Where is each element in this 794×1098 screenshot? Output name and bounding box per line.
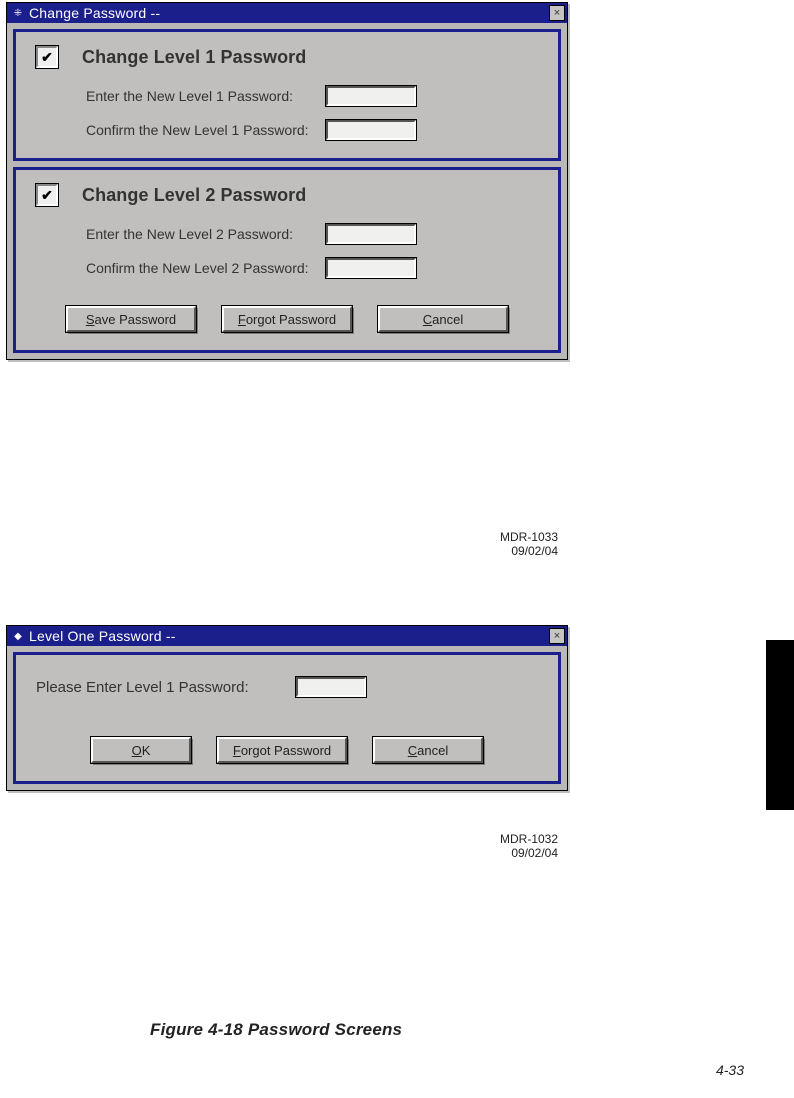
level2-confirm-input[interactable] [326,258,416,278]
button-label-rest: K [142,743,151,758]
dialog1-button-row: Save Password Forgot Password Cancel [36,306,538,332]
close-button[interactable]: × [549,5,565,21]
titlebar[interactable]: ◆ Level One Password -- × [7,626,567,646]
level1-confirm-input[interactable] [326,120,416,140]
level2-checkbox[interactable]: ✔ [36,184,58,206]
level-one-password-dialog: ◆ Level One Password -- × Please Enter L… [6,625,568,791]
mnemonic: C [408,743,417,758]
level2-heading: Change Level 2 Password [82,185,306,206]
ref-date: 09/02/04 [500,846,558,860]
ref-id: MDR-1033 [500,530,558,544]
client-area: ✔ Change Level 1 Password Enter the New … [7,23,567,359]
mnemonic: F [238,312,246,327]
app-icon: ◆ [11,629,25,643]
ok-button[interactable]: OK [91,737,191,763]
mnemonic: S [86,312,95,327]
level1-enter-input[interactable] [326,86,416,106]
level1-heading: Change Level 1 Password [82,47,306,68]
app-icon: ⁜ [11,6,25,20]
close-button[interactable]: × [549,628,565,644]
level2-enter-input[interactable] [326,224,416,244]
button-label-rest: ancel [432,312,463,327]
forgot-password-button[interactable]: Forgot Password [217,737,347,763]
level1-enter-label: Enter the New Level 1 Password: [86,88,326,104]
forgot-password-button[interactable]: Forgot Password [222,306,352,332]
figure-caption: Figure 4-18 Password Screens [150,1020,402,1040]
save-password-button[interactable]: Save Password [66,306,196,332]
level2-enter-label: Enter the New Level 2 Password: [86,226,326,242]
dialog-title: Change Password -- [29,5,549,21]
mnemonic: F [233,743,241,758]
dialog-title: Level One Password -- [29,628,549,644]
titlebar[interactable]: ⁜ Change Password -- × [7,3,567,23]
button-label-rest: orgot Password [241,743,331,758]
mnemonic: O [132,743,142,758]
button-label-rest: ancel [417,743,448,758]
ref-id: MDR-1032 [500,832,558,846]
dialog1-reference: MDR-1033 09/02/04 [500,530,558,558]
change-password-dialog: ⁜ Change Password -- × ✔ Change Level 1 … [6,2,568,360]
enter-password-label: Please Enter Level 1 Password: [36,679,296,696]
cancel-button[interactable]: Cancel [373,737,483,763]
level1-panel: ✔ Change Level 1 Password Enter the New … [13,29,561,161]
page-side-tab [766,640,794,810]
dialog2-panel: Please Enter Level 1 Password: OK Forgot… [13,652,561,784]
level1-confirm-label: Confirm the New Level 1 Password: [86,122,326,138]
button-label-rest: orgot Password [246,312,336,327]
button-label-rest: ave Password [95,312,177,327]
ref-date: 09/02/04 [500,544,558,558]
enter-password-input[interactable] [296,677,366,697]
level2-panel: ✔ Change Level 2 Password Enter the New … [13,167,561,353]
level2-confirm-label: Confirm the New Level 2 Password: [86,260,326,276]
cancel-button[interactable]: Cancel [378,306,508,332]
dialog2-reference: MDR-1032 09/02/04 [500,832,558,860]
mnemonic: C [423,312,432,327]
client-area: Please Enter Level 1 Password: OK Forgot… [7,646,567,790]
page-number: 4-33 [716,1062,744,1078]
level1-checkbox[interactable]: ✔ [36,46,58,68]
dialog2-button-row: OK Forgot Password Cancel [36,737,538,763]
